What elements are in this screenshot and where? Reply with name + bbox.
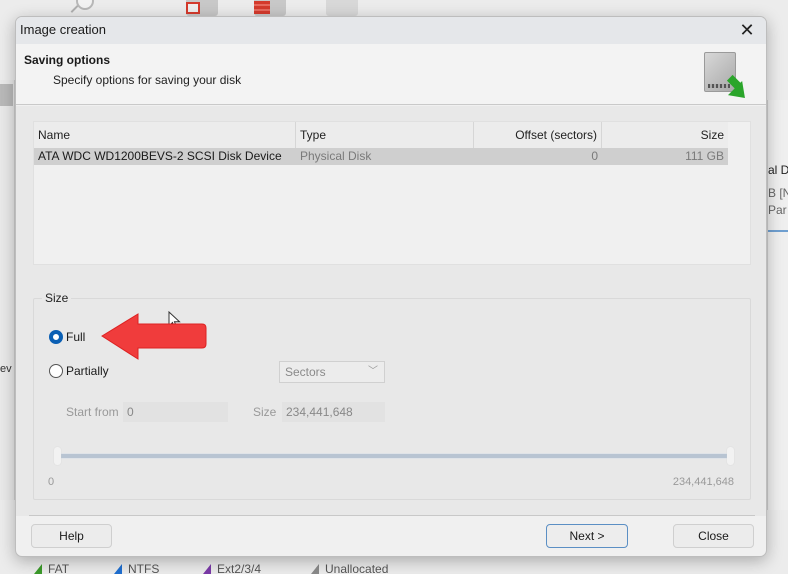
- header-subtitle: Specify options for saving your disk: [53, 73, 242, 87]
- full-radio[interactable]: Full: [49, 330, 85, 344]
- image-creation-dialog: Image creation ✕ Saving options Specify …: [15, 16, 767, 557]
- ntfs-legend-icon: [114, 564, 122, 574]
- slider-start-handle[interactable]: [54, 447, 61, 465]
- partition-legend: FAT NTFS Ext2/3/4 Unallocated: [0, 560, 788, 574]
- disk-disabled-tool-icon: [326, 0, 358, 16]
- background-right-text: al D: [768, 163, 788, 177]
- column-header-name[interactable]: Name: [34, 122, 296, 148]
- search-tool-icon[interactable]: [66, 0, 96, 16]
- size-group: Size Full Partially Sectors ﹀ Start from…: [33, 291, 751, 500]
- dialog-title: Image creation: [20, 22, 106, 37]
- range-slider[interactable]: [54, 447, 734, 465]
- unit-select[interactable]: Sectors ﹀: [279, 361, 385, 383]
- radio-unchecked-icon[interactable]: [49, 364, 63, 378]
- legend-item-unallocated: Unallocated: [311, 562, 388, 574]
- disk-save-icon: [704, 52, 753, 106]
- column-header-offset[interactable]: Offset (sectors): [474, 122, 602, 148]
- column-header-size[interactable]: Size: [602, 122, 728, 148]
- disk-image-tool-icon[interactable]: [254, 0, 286, 16]
- disk-table: Name Type Offset (sectors) Size ATA WDC …: [33, 121, 751, 265]
- start-from-label: Start from: [66, 405, 119, 419]
- footer-divider: [29, 515, 755, 516]
- dialog-header: Saving options Specify options for savin…: [16, 44, 766, 106]
- background-left-text: ev: [0, 363, 12, 375]
- partially-radio[interactable]: Partially: [49, 364, 109, 378]
- table-row[interactable]: ATA WDC WD1200BEVS-2 SCSI Disk Device Ph…: [34, 148, 728, 165]
- legend-item-ntfs: NTFS: [114, 562, 159, 574]
- red-arrow-annotation: [101, 313, 207, 360]
- fat-legend-icon: [34, 564, 42, 574]
- size-group-label: Size: [42, 291, 72, 305]
- help-button[interactable]: Help: [31, 524, 112, 548]
- full-radio-label: Full: [66, 330, 86, 344]
- background-right-text: B [N: [768, 186, 788, 200]
- next-button[interactable]: Next >: [546, 524, 628, 548]
- partially-radio-label: Partially: [66, 364, 109, 378]
- dialog-titlebar[interactable]: Image creation ✕: [16, 17, 766, 44]
- close-icon[interactable]: ✕: [736, 19, 758, 41]
- ext-legend-icon: [203, 564, 211, 574]
- column-header-type[interactable]: Type: [296, 122, 474, 148]
- header-title: Saving options: [24, 53, 111, 67]
- background-left-selection: [0, 84, 13, 106]
- background-right-divider: [768, 230, 788, 232]
- disk-tool-icon[interactable]: [186, 0, 218, 16]
- slider-max-label: 234,441,648: [672, 476, 734, 488]
- start-from-input[interactable]: 0: [123, 402, 228, 422]
- background-right-text: Par: [768, 203, 787, 217]
- slider-min-label: 0: [48, 476, 55, 488]
- slider-track[interactable]: [60, 453, 730, 459]
- cell-type: Physical Disk: [300, 149, 372, 163]
- background-left-panel: [0, 80, 15, 500]
- size-label: Size: [253, 405, 277, 419]
- size-input[interactable]: 234,441,648: [282, 402, 385, 422]
- table-header: Name Type Offset (sectors) Size: [34, 122, 728, 148]
- slider-end-handle[interactable]: [727, 447, 734, 465]
- cell-size: 111 GB: [685, 149, 724, 163]
- dialog-content: Name Type Offset (sectors) Size ATA WDC …: [16, 106, 766, 516]
- unallocated-legend-icon: [311, 564, 319, 574]
- legend-item-ext: Ext2/3/4: [203, 562, 261, 574]
- radio-checked-icon[interactable]: [49, 330, 63, 344]
- chevron-down-icon: ﹀: [368, 366, 378, 377]
- background-right-panel: [767, 100, 788, 510]
- cell-name: ATA WDC WD1200BEVS-2 SCSI Disk Device: [38, 149, 282, 163]
- cell-offset: 0: [591, 149, 598, 163]
- close-button[interactable]: Close: [673, 524, 754, 548]
- legend-item-fat: FAT: [34, 562, 69, 574]
